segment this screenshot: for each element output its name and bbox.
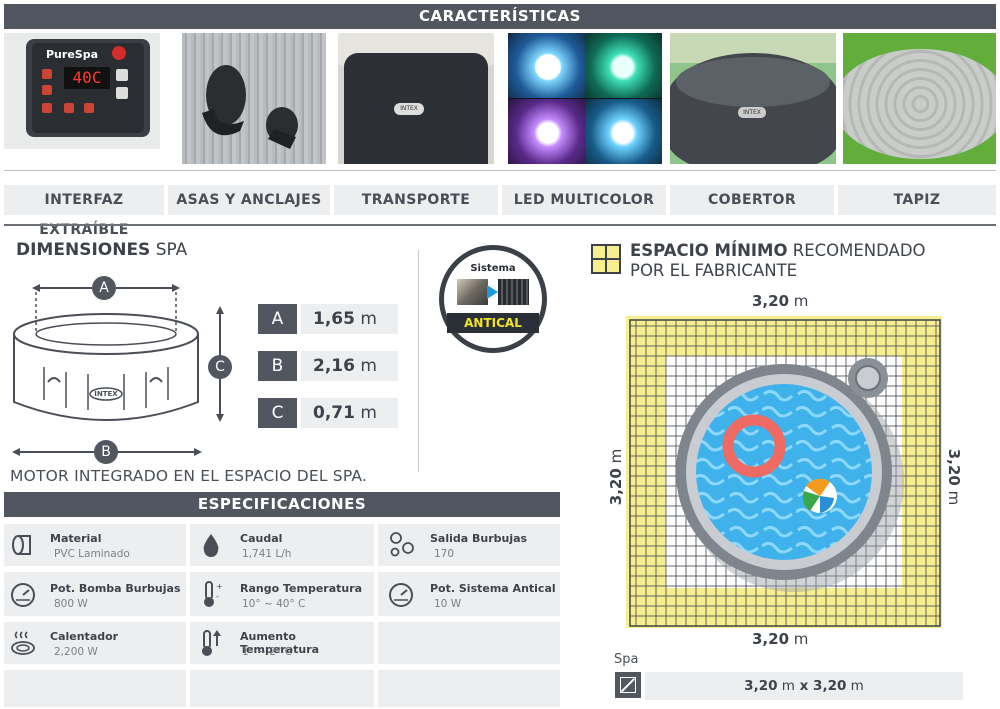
space-grid-diagram [626, 316, 942, 628]
feature-label-handles: ASAS Y ANCLAJES [168, 185, 330, 215]
feature-photo-handles [182, 33, 326, 164]
bubbles-icon [390, 532, 414, 557]
diagram-label-b: B [101, 444, 111, 460]
thermometer-range-icon: + - [204, 581, 223, 607]
svg-text:+: + [216, 582, 223, 591]
spec-cell-pump-power: Pot. Bomba Burbujas 800 W [4, 572, 186, 616]
dim-letter-a: A [258, 304, 297, 334]
dimensions-title-bold: DIMENSIONES [16, 240, 151, 260]
section-divider [4, 224, 996, 226]
feature-photo-interface: PureSpa 40C [4, 33, 160, 164]
features-divider-top [4, 170, 996, 171]
diagram-brand: INTEX [94, 390, 118, 398]
svg-text:-: - [216, 592, 219, 601]
space-top-dimension: 3,20 m [752, 292, 809, 310]
transport-bag-logo: INTEX [394, 103, 424, 115]
dim-value-a: 1,65 m [301, 304, 398, 334]
feature-label-cover: COBERTOR [670, 185, 834, 215]
spa-caption: Spa [614, 652, 639, 667]
panel-brand-label: PureSpa [46, 48, 98, 61]
feature-label-transport: TRANSPORTE [334, 185, 498, 215]
feature-label-led: LED MULTICOLOR [502, 185, 666, 215]
spec-cell-bubbles: Salida Burbujas 170 [378, 524, 560, 566]
spec-cell-temp-range: + - Rango Temperatura 10° ~ 40° C [190, 572, 374, 616]
spec-cell-empty-4 [378, 670, 560, 707]
thermometer-up-icon [202, 630, 221, 656]
space-bottom-dimension: 3,20 m [752, 630, 809, 648]
power-button-icon [112, 46, 126, 60]
grid-legend-icon [591, 244, 621, 274]
dim-letter-b: B [258, 351, 297, 381]
spec-cell-empty-3 [190, 670, 374, 707]
spa-diagram [12, 276, 232, 464]
panel-display: 40C [64, 67, 110, 89]
antical-badge-top: Sistema [470, 263, 516, 274]
heater-icon [11, 631, 35, 655]
space-left-dimension: 3,20 m [607, 448, 625, 506]
dim-value-c: 0,71 m [301, 398, 398, 428]
spec-cell-empty-2 [4, 670, 186, 707]
specs-title: ESPECIFICACIONES [4, 492, 560, 517]
antical-badge: Sistema ANTICAL [439, 245, 547, 353]
feature-label-mat: TAPIZ [838, 185, 996, 215]
gauge-icon [389, 583, 413, 607]
feature-photo-mat [843, 33, 996, 164]
vertical-divider [418, 250, 419, 472]
roll-icon [12, 535, 31, 555]
feature-photo-transport: INTEX [338, 33, 494, 164]
cover-logo: INTEX [738, 107, 766, 118]
spec-cell-antical-power: Pot. Sistema Antical 10 W [378, 572, 560, 616]
diagram-label-a: A [99, 280, 109, 296]
dim-letter-c: C [258, 398, 297, 428]
diagram-label-c: C [215, 359, 225, 375]
gauge-icon [11, 583, 35, 607]
feature-photo-cover: INTEX [670, 33, 836, 164]
spec-cell-heater: Calentador 2,200 W [4, 622, 186, 664]
drop-icon [203, 534, 219, 557]
spec-cell-temp-increase: Aumento Temperatura 1° ~ 2° C [190, 622, 374, 664]
dimensions-title: DIMENSIONES SPA [16, 240, 187, 260]
spec-cell-material: Material PVC Laminado [4, 524, 186, 566]
feature-photo-led [508, 33, 662, 164]
feature-label-interface: INTERFAZ EXTRAÍBLE [4, 185, 164, 238]
features-title: CARACTERÍSTICAS [4, 4, 996, 29]
dimensions-title-rest: SPA [150, 240, 188, 260]
dim-value-b: 2,16 m [301, 351, 398, 381]
spec-cell-empty-1 [378, 622, 560, 664]
spec-cell-caudal: Caudal 1,741 L/h [190, 524, 374, 566]
motor-note: MOTOR INTEGRADO EN EL ESPACIO DEL SPA. [10, 467, 368, 485]
resize-icon [615, 672, 641, 698]
space-title: ESPACIO MÍNIMO RECOMENDADO POR EL FABRIC… [630, 241, 926, 280]
space-right-dimension: 3,20 m [945, 448, 963, 506]
antical-badge-bottom: ANTICAL [447, 313, 539, 333]
arrow-icon [487, 285, 498, 299]
space-summary: 3,20 m x 3,20 m [645, 672, 963, 700]
